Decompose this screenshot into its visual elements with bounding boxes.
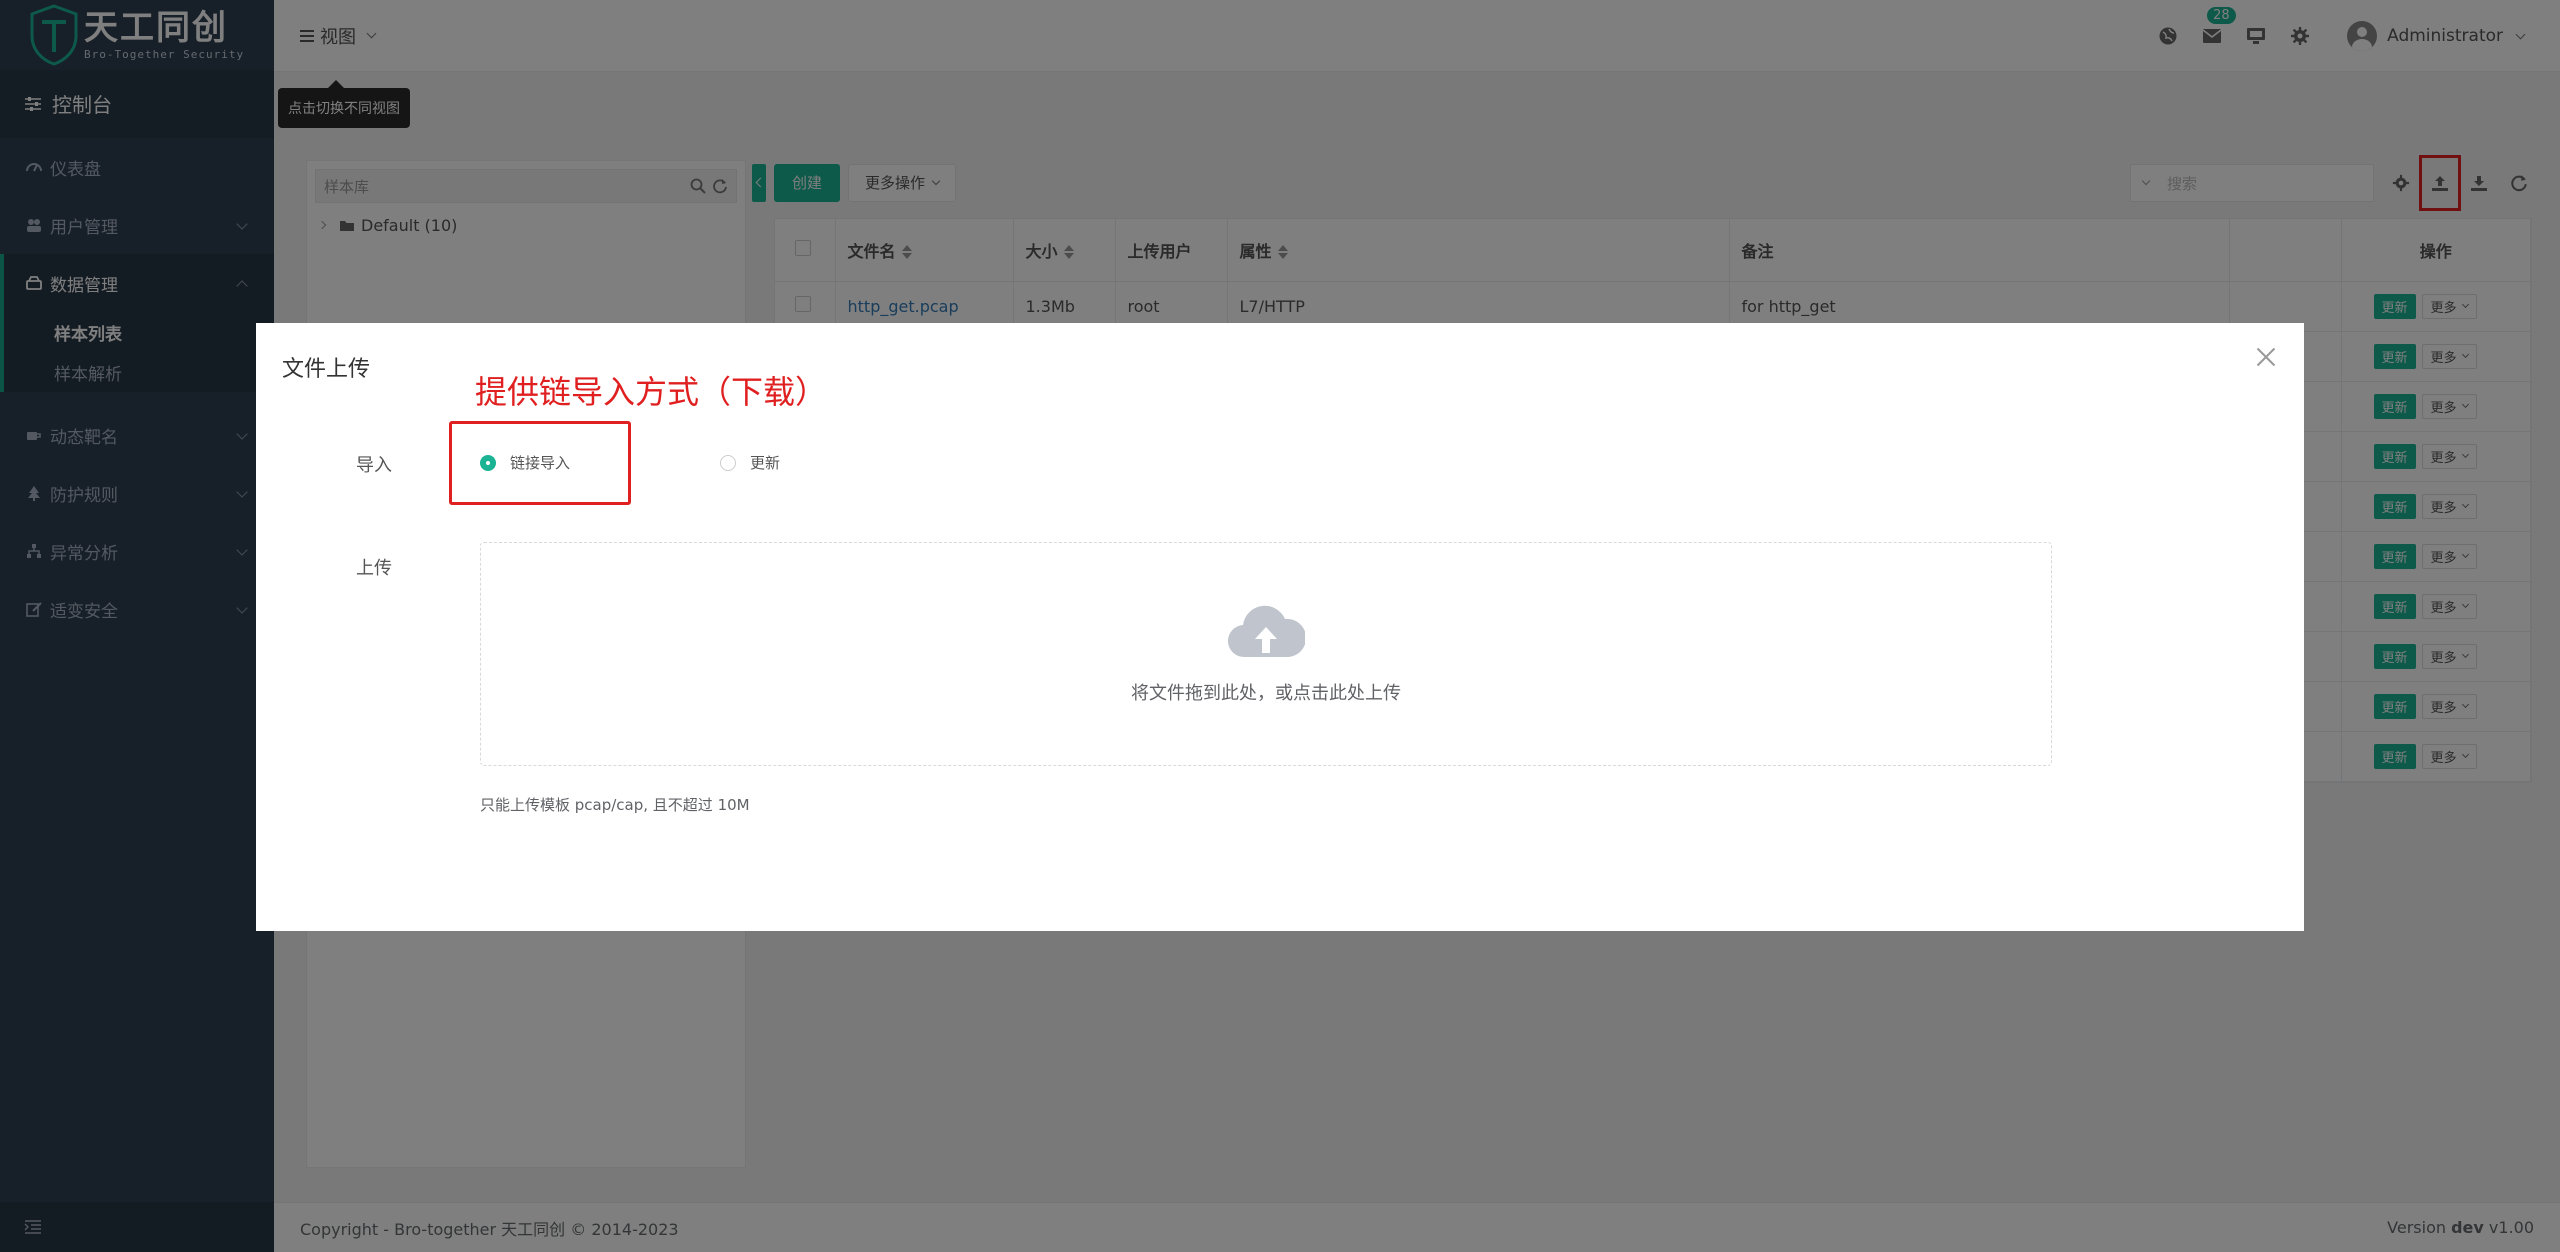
close-icon[interactable] — [2254, 345, 2278, 369]
radio-label: 更新 — [750, 454, 781, 472]
radio-checked-icon — [480, 454, 496, 471]
dropzone-text: 将文件拖到此处，或点击此处上传 — [1131, 683, 1401, 704]
modal-title: 文件上传 — [282, 357, 371, 382]
upload-label: 上传 — [356, 558, 392, 579]
import-label: 导入 — [356, 455, 392, 476]
radio-link-import[interactable]: 链接导入 — [480, 452, 570, 473]
radio-label: 链接导入 — [510, 454, 571, 472]
radio-update[interactable]: 更新 — [720, 452, 780, 473]
upload-tip: 只能上传模板 pcap/cap, 且不超过 10M — [480, 796, 750, 814]
file-upload-modal: 文件上传 提供链导入方式（下载） 导入 链接导入 更新 上传 将文件拖到此处，或… — [256, 323, 2304, 931]
annotation-text: 提供链导入方式（下载） — [475, 373, 828, 411]
cloud-upload-icon — [1228, 605, 1305, 658]
radio-unchecked-icon — [720, 454, 736, 471]
upload-dropzone[interactable]: 将文件拖到此处，或点击此处上传 — [480, 542, 2052, 766]
